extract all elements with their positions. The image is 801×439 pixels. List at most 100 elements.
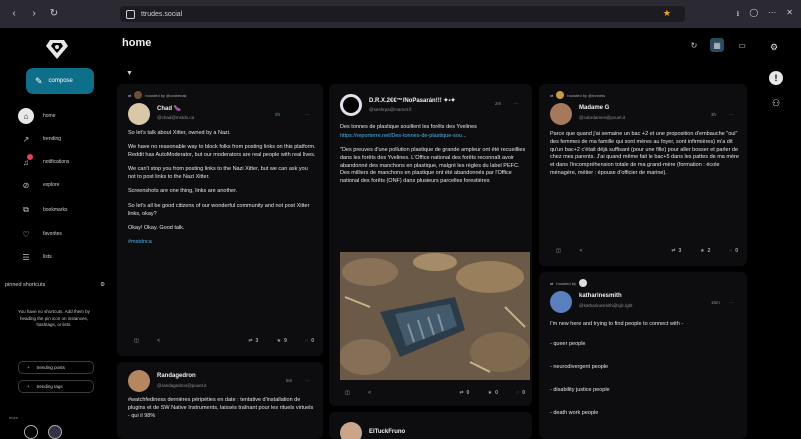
author-name[interactable]: Madame G <box>579 105 609 111</box>
sidebar-item-explore[interactable]: ⊘ explore <box>18 176 108 194</box>
favorite-button[interactable]: ★ 0 <box>488 390 498 396</box>
author-name[interactable]: Chad 🍆 <box>157 105 181 112</box>
columns-view-icon[interactable]: ▦ <box>710 38 724 52</box>
avatar[interactable] <box>340 94 362 116</box>
author-name[interactable]: ElTuckFruno <box>369 429 405 435</box>
post-quote: "Des preuves d'une pollution plastique d… <box>340 147 526 185</box>
pinned-trending-posts-button[interactable]: + trending posts <box>18 361 94 374</box>
share-button[interactable]: < <box>368 390 371 396</box>
post-paragraph: I'm new here and trying to find people t… <box>550 321 684 327</box>
author-handle[interactable]: @randagedron@pouet.it <box>157 383 206 388</box>
logo-icon[interactable] <box>44 38 70 60</box>
post-card[interactable]: ⇄ boosted by @crabenak Chad 🍆 @chad@mstd… <box>117 84 323 356</box>
post-time[interactable]: 3h <box>711 112 716 117</box>
trending-icon: ↗ <box>22 134 30 144</box>
sidebar-item-lists[interactable]: ☰ lists <box>18 248 108 266</box>
boost-text: boosted by @tonnels <box>567 92 605 98</box>
back-icon[interactable]: ‹ <box>8 8 20 20</box>
gear-icon[interactable]: ⚙ <box>100 282 105 288</box>
author-handle[interactable]: @katharinesmith@sjlc.lgbt <box>579 303 632 308</box>
bookmark-button[interactable]: ◫ <box>345 390 350 396</box>
reply-button[interactable]: ◌ 0 <box>516 390 525 396</box>
single-view-icon[interactable]: ▭ <box>735 38 749 52</box>
boost-button[interactable]: ⇄ 3 <box>671 248 681 254</box>
post-time[interactable]: 2m <box>495 101 501 106</box>
browser-actions: ⭳ ◯ ⋯ ✕ <box>737 8 793 22</box>
menu-icon[interactable]: ⋯ <box>768 8 776 22</box>
bookmark-button[interactable]: ◫ <box>134 338 139 344</box>
author-handle[interactable]: @cabrdames@pouet.it <box>579 115 625 120</box>
post-body: I'm new here and trying to find people t… <box>550 320 740 424</box>
close-icon[interactable]: ✕ <box>786 8 793 22</box>
author-name[interactable]: D.R.X.2€€™/NoPasarán!!! ✦▪✦ <box>369 97 456 104</box>
pin-button-label: trending posts <box>36 365 65 370</box>
author-handle[interactable]: @chad@mstdn.ca <box>157 115 194 120</box>
sidebar-item-notifications[interactable]: ♫ notifications <box>18 153 108 171</box>
post-time[interactable]: 2h <box>275 112 280 117</box>
post-card[interactable]: ⇄ boosted by @tonnels Madame G @cabrdame… <box>539 84 747 266</box>
post-paragraph: So let's talk about Xitter, owned by a N… <box>128 130 231 136</box>
sidebar-item-label: favorites <box>43 231 62 237</box>
more-options-icon[interactable]: ⋯ <box>305 378 310 384</box>
refresh-icon[interactable]: ↻ <box>687 38 701 52</box>
post-card[interactable]: Randagedron @randagedron@pouet.it 6m ⋯ #… <box>117 362 323 439</box>
sidebar-item-home[interactable]: ⌂ home <box>18 107 108 125</box>
share-button[interactable]: < <box>580 248 583 254</box>
bookmark-button[interactable]: ◫ <box>556 248 561 254</box>
author-name[interactable]: katharinesmith <box>579 293 622 299</box>
hashtag-link[interactable]: #mstdnca <box>128 239 316 247</box>
more-options-icon[interactable]: ⋯ <box>729 300 734 306</box>
url-bar[interactable]: ttrudes.social <box>120 6 685 22</box>
forward-icon[interactable]: › <box>28 8 40 20</box>
info-icon[interactable]: ! <box>769 71 783 85</box>
settings-icon[interactable]: ⚙ <box>767 40 781 54</box>
main-feed: home ↻ ▦ ▭ ▼ ⇄ boosted by @crabenak Chad… <box>113 28 757 439</box>
download-icon[interactable]: ⭳ <box>737 8 740 22</box>
more-options-icon[interactable]: ⋯ <box>514 101 519 107</box>
avatar[interactable] <box>550 103 572 125</box>
post-card[interactable]: ElTuckFruno <box>329 412 532 439</box>
avatar[interactable] <box>128 370 150 392</box>
attached-photo[interactable] <box>340 252 530 380</box>
share-button[interactable]: < <box>157 338 160 344</box>
users-icon[interactable]: ⚇ <box>769 96 783 110</box>
article-link[interactable]: https://reporterre.net/Des-tonnes-de-pla… <box>340 133 526 141</box>
pinned-shortcuts-header: pinned shortcuts ⚙ <box>5 282 105 288</box>
post-time[interactable]: 6m <box>286 378 292 383</box>
author-handle[interactable]: @seshrpa@mamot.fr <box>369 107 412 112</box>
sidebar-item-trending[interactable]: ↗ trending <box>18 130 108 148</box>
favorite-button[interactable]: ★ 2 <box>700 248 710 254</box>
author-name[interactable]: Randagedron <box>157 373 196 379</box>
bookmark-star-icon[interactable]: ★ <box>663 8 671 19</box>
post-paragraph: We have no reasonable way to block folks… <box>128 144 316 159</box>
avatar[interactable] <box>24 425 38 439</box>
more-options-icon[interactable]: ⋯ <box>729 112 734 118</box>
favorite-button[interactable]: ★ 9 <box>277 338 287 344</box>
pinned-empty-note: You have no shortcuts. Add them by headi… <box>18 309 90 327</box>
sidebar-item-bookmarks[interactable]: ⧉ bookmarks <box>18 201 108 219</box>
avatar[interactable] <box>550 291 572 313</box>
pinned-title: pinned shortcuts <box>5 282 46 288</box>
post-headline: Des tonnes de plastique souillent les fo… <box>340 124 477 130</box>
filter-icon[interactable]: ▼ <box>126 70 133 77</box>
boost-indicator: ⇄ boosted by @tonnels <box>550 91 605 99</box>
reply-button[interactable]: ◌ 0 <box>305 338 314 344</box>
boost-button[interactable]: ⇄ 3 <box>248 338 258 344</box>
avatar[interactable] <box>48 425 62 439</box>
sidebar-item-favorites[interactable]: ♡ favorites <box>18 225 108 243</box>
list-item: - disability justice people <box>550 387 610 393</box>
reload-icon[interactable]: ↻ <box>48 8 60 20</box>
list-item: - death work people <box>550 410 599 416</box>
boost-button[interactable]: ⇄ 0 <box>459 390 469 396</box>
post-time[interactable]: 15m <box>711 300 720 305</box>
post-card[interactable]: D.R.X.2€€™/NoPasarán!!! ✦▪✦ @seshrpa@mam… <box>329 84 532 406</box>
avatar[interactable] <box>340 422 362 439</box>
compose-button[interactable]: ✎ compose <box>26 68 94 94</box>
plus-icon: + <box>27 365 30 370</box>
post-card[interactable]: ⇄ boosted by katharinesmith @katharinesm… <box>539 272 747 439</box>
account-icon[interactable]: ◯ <box>749 8 758 22</box>
avatar[interactable] <box>128 103 150 125</box>
pinned-trending-tags-button[interactable]: + trending tags <box>18 380 94 393</box>
more-options-icon[interactable]: ⋯ <box>305 112 310 118</box>
reply-button[interactable]: ◌ 0 <box>729 248 738 254</box>
